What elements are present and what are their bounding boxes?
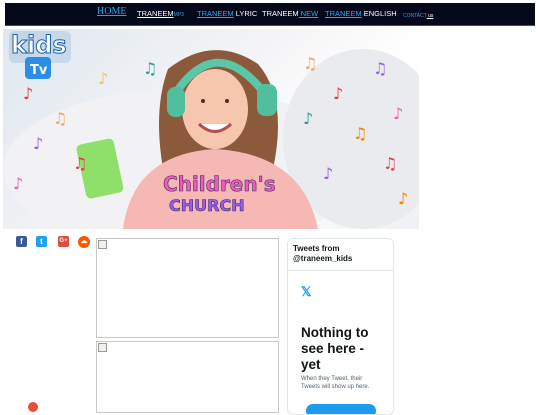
twitter-empty-headline: Nothing to see here - yet <box>301 325 369 372</box>
nav-traneem-english-link[interactable]: TRANEEM ENGLISH <box>325 9 397 19</box>
svg-text:♫: ♫ <box>73 154 87 173</box>
kids-logo-text: kids <box>11 31 67 59</box>
svg-text:♪: ♪ <box>303 109 313 128</box>
svg-text:♪: ♪ <box>333 84 343 103</box>
broken-image-icon <box>98 240 107 249</box>
svg-text:♪: ♪ <box>393 104 403 123</box>
svg-text:♪: ♪ <box>23 84 33 103</box>
google-plus-icon[interactable]: G+ <box>58 236 69 247</box>
svg-text:♪: ♪ <box>323 164 333 183</box>
twitter-follow-button[interactable] <box>306 404 376 414</box>
nav-contact-link[interactable]: CONTACT us <box>403 11 433 21</box>
hero-illustration: ♪ ♫ ♪ ♫ ♪ ♫ ♪ ♫ ♪ ♫ ♪ ♫ ♪ ♫ ♪ ♪ kids Tv … <box>3 31 419 229</box>
x-logo-icon[interactable]: 𝕏 <box>301 284 311 300</box>
svg-text:♫: ♫ <box>303 54 317 73</box>
svg-text:♪: ♪ <box>398 189 408 208</box>
svg-text:♫: ♫ <box>353 124 367 143</box>
facebook-icon[interactable]: f <box>16 236 27 247</box>
svg-text:♪: ♪ <box>33 134 43 153</box>
svg-text:♫: ♫ <box>373 59 387 78</box>
childrens-badge-line1: Children's <box>163 172 276 196</box>
church-badge-line2: CHURCH <box>169 196 245 215</box>
soundcloud-icon[interactable]: ☁ <box>78 236 90 248</box>
svg-text:♫: ♫ <box>53 109 67 128</box>
tv-logo-text: Tv <box>30 63 48 78</box>
nav-traneem-lyric-link[interactable]: TRANEEM LYRIC <box>197 9 257 19</box>
twitter-icon[interactable]: t <box>36 236 47 247</box>
svg-text:♪: ♪ <box>98 69 108 88</box>
nav-traneem-new-link[interactable]: TRANEEM NEW <box>262 9 318 19</box>
svg-text:♫: ♫ <box>143 59 157 78</box>
svg-text:♪: ♪ <box>13 174 23 193</box>
twitter-timeline-widget: Tweets from @traneem_kids 𝕏 Nothing to s… <box>287 238 394 415</box>
hero-banner-image: ♪ ♫ ♪ ♫ ♪ ♫ ♪ ♫ ♪ ♫ ♪ ♫ ♪ ♫ ♪ ♪ kids Tv … <box>3 29 419 229</box>
twitter-empty-subtext: When they Tweet, their Tweets will show … <box>301 376 370 390</box>
broken-image-icon <box>98 343 107 352</box>
broken-image-placeholder-1 <box>96 238 279 338</box>
nav-home-link[interactable]: HOME <box>97 7 126 17</box>
nav-traneem-mp3-link[interactable]: TRANEEMMP3 <box>137 9 184 20</box>
red-circle-icon <box>28 402 38 412</box>
twitter-widget-title[interactable]: Tweets from @traneem_kids <box>288 239 393 271</box>
top-nav-bar: HOME TRANEEMMP3 TRANEEM LYRIC TRANEEM NE… <box>5 3 535 26</box>
svg-text:♫: ♫ <box>383 154 397 173</box>
broken-image-placeholder-2 <box>96 341 279 413</box>
